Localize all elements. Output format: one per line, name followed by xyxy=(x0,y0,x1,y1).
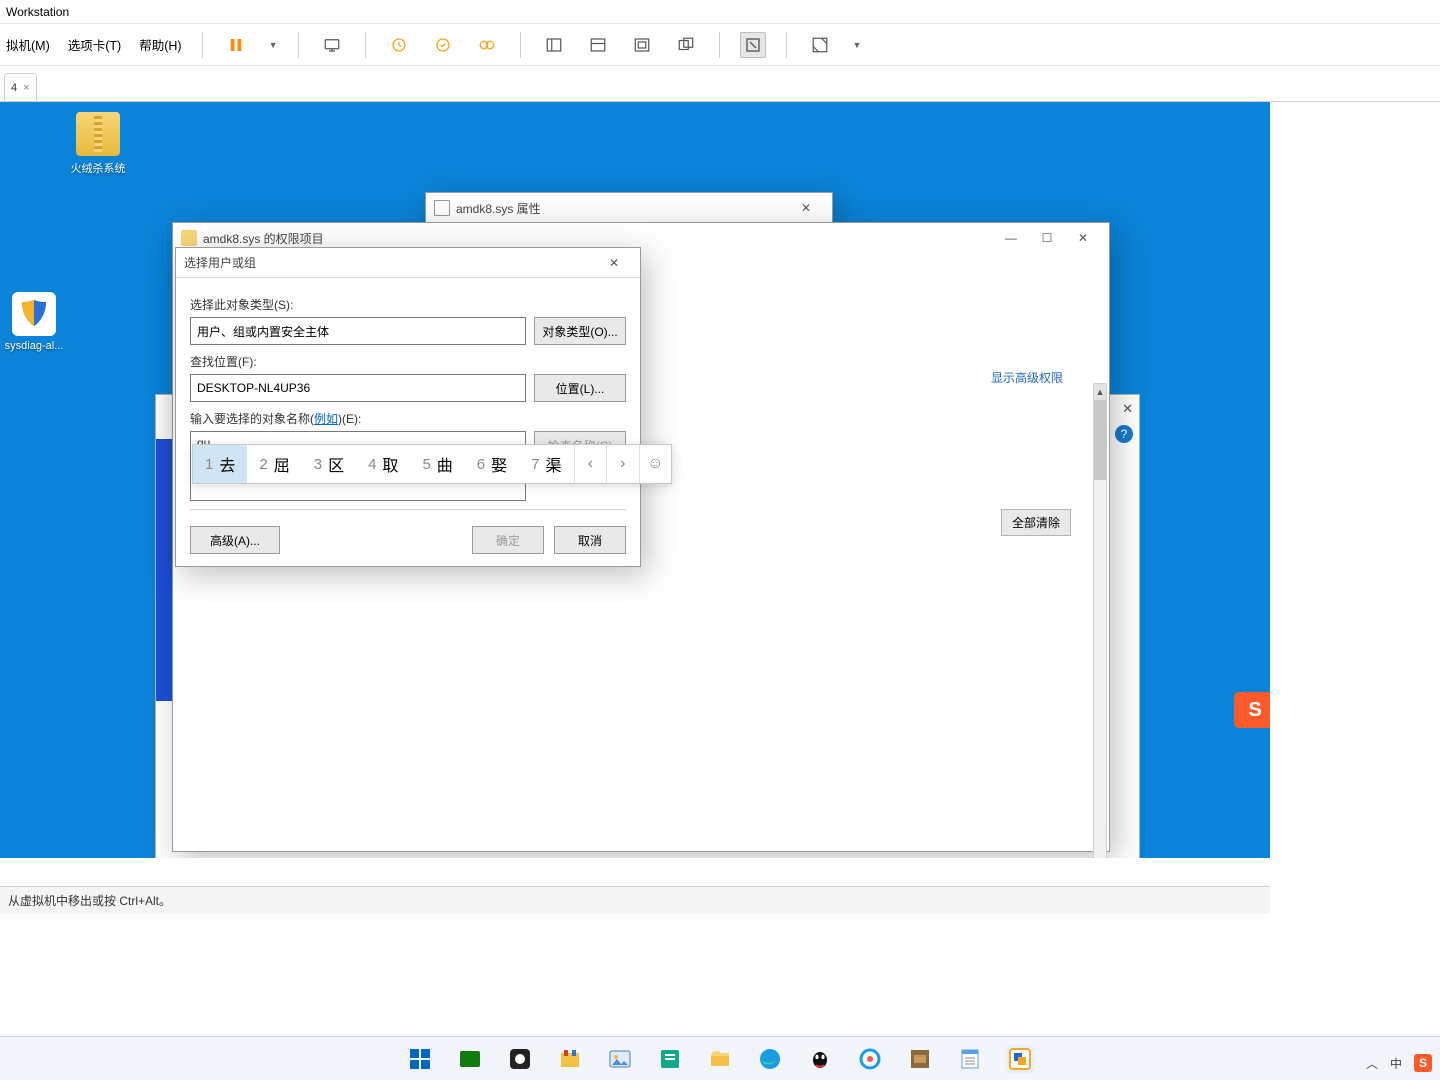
permissions-close-button[interactable]: ✕ xyxy=(1065,226,1101,250)
host-window-title: Workstation xyxy=(0,0,1440,24)
cancel-button[interactable]: 取消 xyxy=(554,526,626,554)
toolbar-divider xyxy=(365,32,366,58)
ime-candidate-6[interactable]: 6娶 xyxy=(465,445,519,483)
snapshot-manager-button[interactable] xyxy=(474,32,500,58)
pause-vm-button[interactable] xyxy=(223,32,249,58)
taskbar-app-3[interactable] xyxy=(556,1045,584,1073)
object-name-label: 输入要选择的对象名称(例如)(E): xyxy=(190,410,626,427)
view-multi-button[interactable] xyxy=(673,32,699,58)
host-lower-region xyxy=(0,914,1440,1036)
select-user-close-button[interactable]: ✕ xyxy=(596,251,632,275)
menu-tabs[interactable]: 选项卡(T) xyxy=(68,35,121,54)
permissions-scrollbar[interactable]: ▲ ▼ xyxy=(1093,383,1107,858)
ime-next-page-icon[interactable]: › xyxy=(606,445,639,483)
permissions-maximize-button[interactable]: ☐ xyxy=(1029,226,1065,250)
taskbar-app-2[interactable] xyxy=(506,1045,534,1073)
taskbar-edge-icon[interactable] xyxy=(756,1045,784,1073)
folder-icon xyxy=(181,230,197,246)
advanced-button[interactable]: 高级(A)... xyxy=(190,526,280,554)
ime-candidate-3[interactable]: 3区 xyxy=(302,445,356,483)
select-user-titlebar[interactable]: 选择用户或组 ✕ xyxy=(176,248,640,278)
toolbar-divider xyxy=(719,32,720,58)
explorer-help-icon[interactable]: ? xyxy=(1115,425,1133,443)
object-type-label: 选择此对象类型(S): xyxy=(190,296,626,313)
snapshot-revert-button[interactable] xyxy=(430,32,456,58)
close-tab-icon[interactable]: × xyxy=(23,82,29,94)
host-menubar: 拟机(M) 选项卡(T) 帮助(H) ▼ ▼ xyxy=(0,24,1440,66)
properties-titlebar[interactable]: amdk8.sys 属性 ✕ xyxy=(426,193,832,223)
ime-candidate-5[interactable]: 5曲 xyxy=(410,445,464,483)
tray-sogou-icon[interactable]: S xyxy=(1414,1054,1432,1072)
taskbar-photos-icon[interactable] xyxy=(606,1045,634,1073)
toolbar-divider xyxy=(202,32,203,58)
send-ctrl-alt-del-button[interactable] xyxy=(319,32,345,58)
vm-tab[interactable]: 4 × xyxy=(4,73,37,101)
view-console-button[interactable] xyxy=(585,32,611,58)
taskbar-qq-icon[interactable] xyxy=(806,1045,834,1073)
taskbar-app-10[interactable] xyxy=(906,1045,934,1073)
installer-shield-icon xyxy=(12,292,56,336)
locations-button[interactable]: 位置(L)... xyxy=(534,374,626,402)
pause-dropdown-icon[interactable]: ▼ xyxy=(269,40,278,50)
select-user-dialog: 选择用户或组 ✕ 选择此对象类型(S): 对象类型(O)... 查找位置(F):… xyxy=(175,247,641,567)
permissions-minimize-button[interactable]: — xyxy=(993,226,1029,250)
clear-all-button[interactable]: 全部清除 xyxy=(1001,509,1071,536)
file-icon xyxy=(434,200,450,216)
toolbar-divider xyxy=(786,32,787,58)
location-field xyxy=(190,374,526,402)
taskbar-app-5[interactable] xyxy=(656,1045,684,1073)
object-types-button[interactable]: 对象类型(O)... xyxy=(534,317,626,345)
view-sidebar-button[interactable] xyxy=(541,32,567,58)
fullscreen-button[interactable] xyxy=(740,32,766,58)
menu-help[interactable]: 帮助(H) xyxy=(139,35,181,54)
taskbar-browser-icon[interactable] xyxy=(856,1045,884,1073)
ime-candidate-bar[interactable]: 1去 2屈 3区 4取 5曲 6娶 7渠 ‹ › ☺ xyxy=(192,444,672,484)
start-button[interactable] xyxy=(406,1045,434,1073)
ime-candidate-2[interactable]: 2屈 xyxy=(247,445,301,483)
taskbar-notepad-icon[interactable] xyxy=(956,1045,984,1073)
ime-candidate-1[interactable]: 1去 xyxy=(193,445,247,483)
view-fit-button[interactable] xyxy=(629,32,655,58)
tray-chevron-icon[interactable]: ︿ xyxy=(1366,1055,1378,1072)
explorer-close-button[interactable]: ✕ xyxy=(1122,401,1133,417)
system-tray[interactable]: ︿ 中 S xyxy=(1366,1054,1432,1072)
desktop-icon-sysdiag[interactable]: sysdiag-al... xyxy=(0,292,72,352)
vm-desktop[interactable]: 火绒杀系统 sysdiag-al... ✕ ? amdk8.sys 属性 ✕ a… xyxy=(0,102,1270,858)
ime-candidate-7[interactable]: 7渠 xyxy=(519,445,573,483)
ime-emoji-icon[interactable]: ☺ xyxy=(639,445,672,483)
ok-button[interactable]: 确定 xyxy=(472,526,544,554)
show-advanced-link[interactable]: 显示高级权限 xyxy=(991,369,1063,387)
object-type-field xyxy=(190,317,526,345)
guest-taskbar[interactable] xyxy=(0,1036,1440,1080)
ime-prev-page-icon[interactable]: ‹ xyxy=(574,445,607,483)
snapshot-button[interactable] xyxy=(386,32,412,58)
toolbar-divider xyxy=(298,32,299,58)
ime-candidate-4[interactable]: 4取 xyxy=(356,445,410,483)
properties-window: amdk8.sys 属性 ✕ xyxy=(425,192,833,222)
host-status-bar: 从虚拟机中移出或按 Ctrl+Alt。 xyxy=(0,886,1270,914)
properties-close-button[interactable]: ✕ xyxy=(788,196,824,220)
zip-folder-icon xyxy=(76,112,120,156)
scroll-thumb[interactable] xyxy=(1094,400,1106,480)
menu-vm[interactable]: 拟机(M) xyxy=(6,35,50,54)
sogou-float-button[interactable]: S xyxy=(1234,692,1270,728)
toolbar-divider xyxy=(520,32,521,58)
taskbar-explorer-icon[interactable] xyxy=(706,1045,734,1073)
unity-dropdown-icon[interactable]: ▼ xyxy=(853,40,862,50)
scroll-up-icon[interactable]: ▲ xyxy=(1094,384,1106,400)
tray-ime-indicator[interactable]: 中 xyxy=(1390,1055,1402,1072)
example-link[interactable]: 例如 xyxy=(314,412,338,426)
taskbar-app-1[interactable] xyxy=(456,1045,484,1073)
vm-tabstrip: 4 × xyxy=(0,66,1440,102)
unity-button[interactable] xyxy=(807,32,833,58)
location-label: 查找位置(F): xyxy=(190,353,626,370)
taskbar-vmware-icon[interactable] xyxy=(1006,1045,1034,1073)
desktop-icon-huorong[interactable]: 火绒杀系统 xyxy=(60,112,136,176)
